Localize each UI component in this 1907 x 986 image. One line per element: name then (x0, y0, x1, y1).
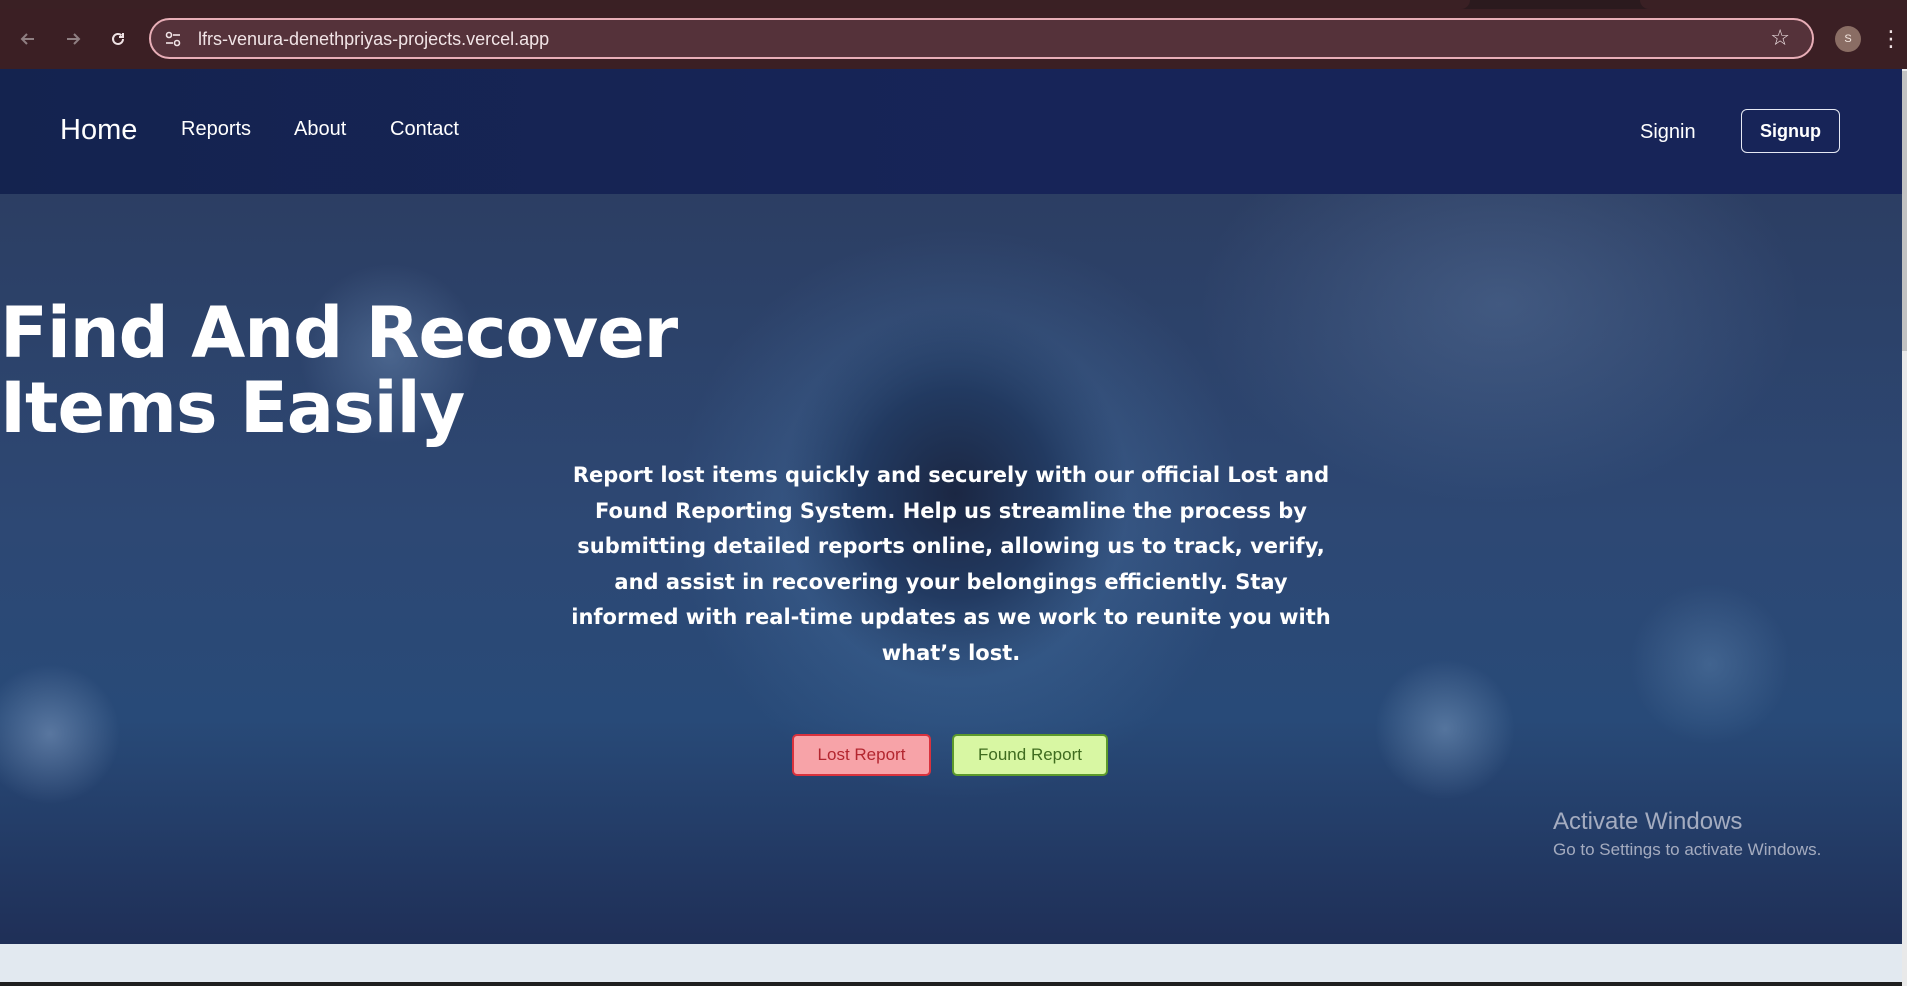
watermark-subtitle: Go to Settings to activate Windows. (1553, 840, 1822, 859)
forward-button[interactable] (57, 23, 89, 55)
nav-link-contact[interactable]: Contact (390, 118, 459, 141)
tune-icon[interactable] (163, 29, 183, 49)
reload-icon (112, 32, 124, 45)
hero-title: Find And Recover Items Easily (0, 296, 1902, 446)
active-tab[interactable] (0, 0, 1470, 9)
watermark-title: Activate Windows (1553, 808, 1743, 835)
star-icon[interactable]: ☆ (1770, 25, 1790, 51)
url-text[interactable]: lfrs-venura-denethpriyas-projects.vercel… (198, 29, 549, 50)
found-report-button[interactable]: Found Report (952, 734, 1108, 776)
hero-title-line-2: Items Easily (0, 367, 465, 449)
hero-title-line-1: Find And Recover (0, 292, 678, 374)
tab-strip-right (1640, 0, 1907, 9)
tab-strip (0, 0, 1907, 9)
back-button[interactable] (12, 23, 44, 55)
arrow-left-icon (20, 33, 34, 45)
nav-home-link[interactable]: Home (60, 114, 137, 147)
site-navbar: Home Reports About Contact Signin Signup (0, 69, 1902, 194)
signin-link[interactable]: Signin (1640, 121, 1696, 144)
next-section (0, 944, 1902, 982)
page-scrollbar[interactable] (1902, 69, 1907, 986)
nav-link-about[interactable]: About (294, 118, 346, 141)
kebab-icon[interactable]: ⋮ (1880, 23, 1902, 55)
windows-activation-watermark: Activate Windows Go to Settings to activ… (1553, 808, 1821, 860)
browser-toolbar: lfrs-venura-denethpriyas-projects.vercel… (0, 9, 1907, 69)
window-bottom-edge (0, 982, 1907, 986)
reload-button[interactable] (102, 23, 134, 55)
scrollbar-thumb[interactable] (1902, 71, 1907, 351)
arrow-right-icon (67, 33, 81, 45)
profile-avatar[interactable]: S (1835, 26, 1861, 52)
lost-report-button[interactable]: Lost Report (792, 734, 931, 776)
nav-link-reports[interactable]: Reports (181, 118, 251, 141)
signup-button[interactable]: Signup (1741, 109, 1840, 153)
address-bar[interactable]: lfrs-venura-denethpriyas-projects.vercel… (149, 18, 1814, 59)
hero-description: Report lost items quickly and securely w… (571, 463, 1331, 665)
